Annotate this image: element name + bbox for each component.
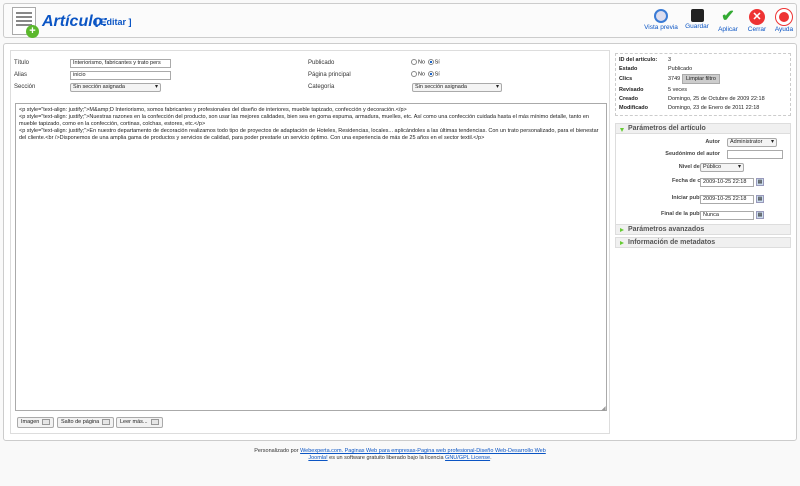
publish-down-input[interactable]: Nunca [700,211,754,220]
category-label: Categoría [308,84,335,90]
publish-up-input[interactable]: 2009-10-25 22:18 [700,195,754,204]
published-yes-radio[interactable] [427,59,434,65]
section-select[interactable]: Sin sección asignada [70,83,161,92]
help-button[interactable]: Ayuda [764,9,800,39]
frontpage-yes-radio[interactable] [427,71,434,77]
frontpage-label: Página principal [308,72,351,78]
main-panel: Título Interiorismo, fabricantes y trato… [3,43,797,441]
section-label: Sección [14,84,36,90]
preview-label: Vista previa [644,24,678,31]
frontpage-no-radio[interactable] [411,71,417,77]
footer-line-1: Personalizado por Webexperta.com. Pagina… [0,448,800,455]
pagebreak-button[interactable]: Salto de página [57,417,115,428]
params-panel-header[interactable]: Parámetros del artículo [615,123,791,134]
author-select[interactable]: Administrator [727,138,777,147]
help-icon [776,9,792,25]
article-form: Título Interiorismo, fabricantes y trato… [10,50,610,434]
created-label: Creado [619,96,638,102]
footer-prefix: Personalizado por [254,448,299,454]
save-label: Guardar [685,23,709,30]
article-text-editor[interactable]: <p style="text-align: justify;">M&amp;D … [15,103,607,411]
readmore-button[interactable]: Leer más... [116,417,163,428]
editor-line: <p style="text-align: justify;">Nuestras… [19,114,589,127]
footer-link-webexperta[interactable]: Webexperta.com. Paginas Web para empresa… [300,448,546,454]
calendar-icon[interactable]: ▦ [756,195,764,203]
footer-link-joomla[interactable]: Joomla! [308,455,327,461]
params-panel-body: Autor Administrator Seudónimo del autor … [615,134,791,231]
category-select[interactable]: Sin sección asignada [412,83,502,92]
published-radio[interactable]: No Sí [410,59,440,65]
close-icon: ✕ [749,9,765,25]
readmore-icon [150,418,159,425]
published-label: Publicado [308,60,335,66]
editor-line: <p style="text-align: justify;">M&amp;D … [19,107,407,113]
state-value: Publicado [668,66,693,72]
alias-input[interactable]: inicio [70,71,171,80]
hits-value: 3749 [668,76,681,82]
footer-middle-text: es un software gratuito liberado bajo la… [329,455,444,461]
image-button-label: Imagen [21,419,40,425]
hits-label: Clics [619,76,633,82]
created-value: Domingo, 25 de Octubre de 2009 22:18 [668,96,765,102]
reset-hits-button[interactable]: Limpiar filtro [682,74,720,84]
revised-value: 5 veces [668,87,687,93]
author-alias-input[interactable] [727,150,783,159]
title-input[interactable]: Interiorismo, fabricantes y trato pers [70,59,171,68]
published-no-radio[interactable] [411,59,417,65]
editor-line: <p style="text-align: justify;">En nuest… [19,128,599,141]
frontpage-yes-label: Sí [434,71,440,78]
calendar-icon[interactable]: ▦ [756,178,764,186]
modified-label: Modificado [619,105,649,111]
title-label: Título [14,60,30,66]
frontpage-no-label: No [418,71,426,78]
revised-label: Revisado [619,87,644,93]
image-icon [42,418,51,425]
footer-line-2: Joomla! es un software gratuito liberado… [0,455,800,462]
author-alias-label: Seudónimo del autor [665,151,720,157]
readmore-button-label: Leer más... [120,419,148,425]
image-button[interactable]: Imagen [17,417,55,428]
pagebreak-button-label: Salto de página [61,419,100,425]
id-value: 3 [668,57,672,63]
advanced-panel-header[interactable]: Parámetros avanzados [615,224,791,235]
state-label: Estado [619,66,638,72]
pagebreak-icon [102,418,111,425]
metadata-panel-header[interactable]: Información de metadatos [615,237,791,248]
footer: Personalizado por Webexperta.com. Pagina… [0,448,800,462]
toolbar: Artículo: [ Editar ] Vista previa Guarda… [3,3,797,38]
calendar-icon[interactable]: ▦ [756,211,764,219]
help-label: Ayuda [774,26,794,33]
created-date-input[interactable]: 2009-10-25 22:18 [700,178,754,187]
author-label: Autor [705,139,720,145]
published-yes-label: Sí [434,59,440,66]
resize-handle-icon[interactable]: ◢ [601,405,606,412]
alias-label: Alias [14,72,28,78]
preview-button[interactable]: Vista previa [641,9,681,39]
save-icon [690,9,704,22]
checkmark-icon: ✔ [721,8,735,25]
frontpage-radio[interactable]: No Sí [410,71,440,77]
published-no-label: No [418,59,426,66]
access-select[interactable]: Público [700,163,744,172]
magnifier-icon [654,9,668,23]
page-subtitle: [ Editar ] [95,17,132,27]
apply-label: Aplicar [718,26,738,33]
footer-link-license[interactable]: GNU/GPL License [445,455,490,461]
modified-value: Domingo, 23 de Enero de 2011 22:18 [668,105,760,111]
id-label: ID del artículo: [619,57,658,63]
article-add-icon [12,7,39,38]
footer-end: . [490,455,492,461]
